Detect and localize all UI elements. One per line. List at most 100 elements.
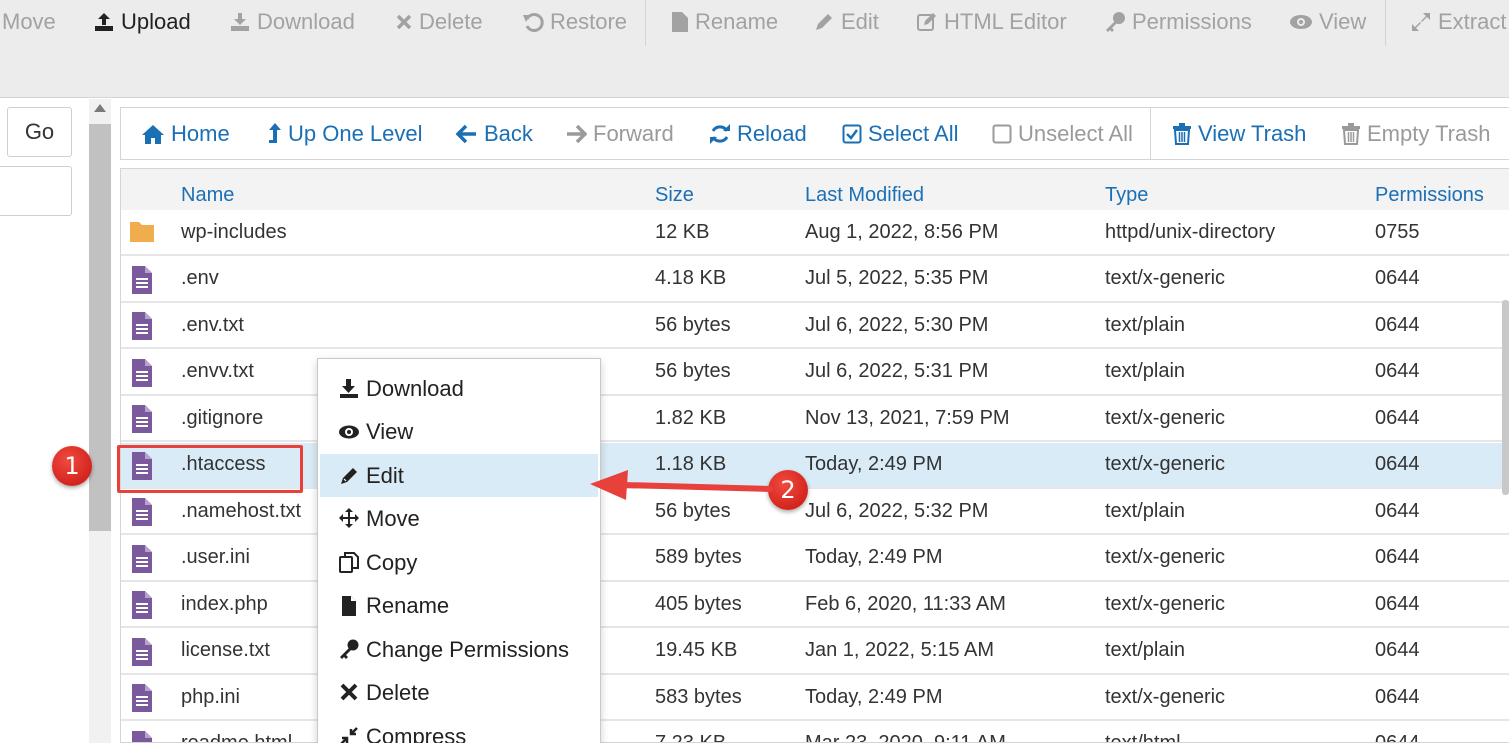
toolbar-restore-button[interactable]: Restore (522, 6, 627, 38)
nav-select-all-button[interactable]: Select All (842, 108, 959, 159)
file-name-cell[interactable]: .user.ini (181, 536, 250, 580)
x-icon (340, 683, 358, 701)
file-name-cell[interactable]: wp-includes (181, 210, 287, 254)
go-button[interactable]: Go (7, 107, 72, 157)
toolbar-rename-button[interactable]: Rename (671, 6, 778, 38)
context-menu-item-move[interactable]: Move (320, 498, 598, 541)
key-icon (340, 639, 359, 659)
table-row[interactable]: .env 4.18 KB Jul 5, 2022, 5:35 PM text/x-ge… (121, 256, 1509, 303)
context-menu-item-change-permissions[interactable]: Change Permissions (320, 628, 598, 671)
file-manager-toolbar: Move Upload Download Delete Restore Rena… (0, 0, 1509, 98)
file-text-icon (132, 591, 152, 619)
context-menu-item-rename[interactable]: Rename (320, 585, 598, 628)
rename-icon (672, 12, 688, 32)
context-menu-item-label: Compress (366, 723, 467, 743)
nav-unselect-all-label: Unselect All (1018, 120, 1133, 146)
file-text-icon (132, 358, 152, 387)
step-1-badge: 1 (52, 446, 92, 486)
download-icon (231, 13, 249, 31)
context-menu-item-label: Download (366, 375, 464, 401)
toolbar-permissions-button[interactable]: Permissions (1104, 6, 1252, 38)
nav-unselect-all-button[interactable]: Unselect All (992, 108, 1133, 159)
toolbar-view-label: View (1319, 9, 1367, 34)
left-scrollbar-thumb[interactable] (89, 124, 111, 531)
toolbar-extract-label: Extract (1438, 9, 1507, 34)
nav-empty-trash-button[interactable]: Empty Trash (1341, 108, 1490, 159)
permissions-cell: 0644 (1375, 546, 1420, 568)
toolbar-upload-label: Upload (121, 9, 191, 34)
permissions-cell: 0755 (1375, 220, 1420, 243)
delete-icon (396, 14, 412, 30)
permissions-cell: 0644 (1375, 360, 1420, 382)
file-size-cell: 405 bytes (655, 592, 742, 615)
file-name-cell[interactable]: license.txt (181, 629, 270, 673)
nav-up-one-level-button[interactable]: Up One Level (268, 108, 423, 159)
file-icon (342, 596, 356, 616)
up-level-icon (269, 122, 281, 143)
context-menu-item-label: Move (366, 506, 420, 531)
last-modified-cell: Today, 2:49 PM (805, 453, 943, 475)
file-type-cell: text/plain (1105, 360, 1186, 382)
file-name-cell[interactable]: index.php (181, 582, 268, 626)
file-size-cell: 1.82 KB (655, 406, 727, 429)
table-scrollbar-thumb[interactable] (1502, 300, 1509, 495)
restore-icon (523, 13, 544, 32)
file-name-cell[interactable]: readme.html (181, 722, 292, 742)
file-name-cell[interactable]: .namehost.txt (181, 489, 301, 533)
last-modified-cell: Jan 1, 2022, 5:15 AM (805, 639, 995, 661)
context-menu-item-delete[interactable]: Delete (320, 672, 598, 715)
toolbar-edit-button[interactable]: Edit (813, 6, 879, 38)
toolbar-extract-button[interactable]: Extract (1410, 6, 1506, 38)
toolbar-download-button[interactable]: Download (229, 6, 355, 38)
file-type-cell: text/x-generic (1105, 685, 1226, 708)
file-name-cell[interactable]: .env (181, 257, 219, 301)
nav-forward-button[interactable]: Forward (565, 108, 674, 159)
toolbar-upload-button[interactable]: Upload (93, 6, 191, 38)
file-text-icon (132, 498, 152, 526)
toolbar-html-editor-label: HTML Editor (944, 9, 1067, 34)
file-text-icon (132, 730, 152, 742)
permissions-cell: 0644 (1375, 313, 1420, 336)
compress-icon (340, 726, 358, 743)
eye-icon (1290, 15, 1312, 29)
extract-icon (1412, 13, 1430, 31)
context-menu-item-compress[interactable]: Compress (320, 715, 598, 743)
file-size-cell: 19.45 KB (655, 639, 738, 661)
nav-view-trash-button[interactable]: View Trash (1172, 108, 1306, 159)
file-name-cell[interactable]: php.ini (181, 675, 240, 719)
context-menu-item-download[interactable]: Download (320, 367, 598, 410)
file-name-cell[interactable]: .envv.txt (181, 350, 254, 394)
navigation-bar: Home Up One Level Back Forward Reload Se… (120, 107, 1509, 160)
file-type-cell: text/plain (1105, 639, 1186, 661)
nav-back-button[interactable]: Back (456, 108, 533, 159)
toolbar-delete-label: Delete (419, 9, 483, 34)
htaccess-highlight-box (117, 445, 303, 493)
file-size-cell: 589 bytes (655, 546, 742, 568)
table-row[interactable]: wp-includes 12 KB Aug 1, 2022, 8:56 PM http… (121, 210, 1509, 256)
upload-icon (95, 13, 113, 31)
file-type-cell: text/html (1105, 732, 1181, 743)
table-row[interactable]: .env.txt 56 bytes Jul 6, 2022, 5:30 PM text… (121, 303, 1509, 349)
scroll-up-arrow-icon[interactable] (94, 104, 106, 112)
toolbar-html-editor-button[interactable]: HTML Editor (916, 6, 1067, 38)
file-name-cell[interactable]: .env.txt (181, 303, 244, 347)
toolbar-move-button[interactable]: Move (2, 6, 56, 38)
context-menu-item-edit[interactable]: Edit (320, 454, 598, 497)
toolbar-separator (1385, 0, 1386, 46)
trash-icon (1342, 122, 1360, 145)
context-menu-item-view[interactable]: View (320, 411, 598, 454)
last-modified-cell: Feb 6, 2020, 11:33 AM (805, 592, 1006, 615)
file-text-icon (132, 405, 152, 433)
toolbar-delete-button[interactable]: Delete (395, 6, 483, 38)
nav-home-button[interactable]: Home (141, 108, 230, 159)
context-menu-item-copy[interactable]: Copy (320, 541, 598, 584)
file-name-cell[interactable]: .gitignore (181, 396, 263, 440)
toolbar-view-button[interactable]: View (1289, 6, 1366, 38)
nav-back-label: Back (484, 120, 533, 146)
context-menu-item-label: Change Permissions (366, 636, 569, 662)
nav-reload-button[interactable]: Reload (709, 108, 807, 159)
toolbar-permissions-label: Permissions (1132, 9, 1252, 34)
edit-icon (816, 14, 832, 30)
context-menu-item-label: Copy (366, 549, 418, 575)
last-modified-cell: Mar 23, 2020, 9:11 AM (805, 732, 1006, 743)
